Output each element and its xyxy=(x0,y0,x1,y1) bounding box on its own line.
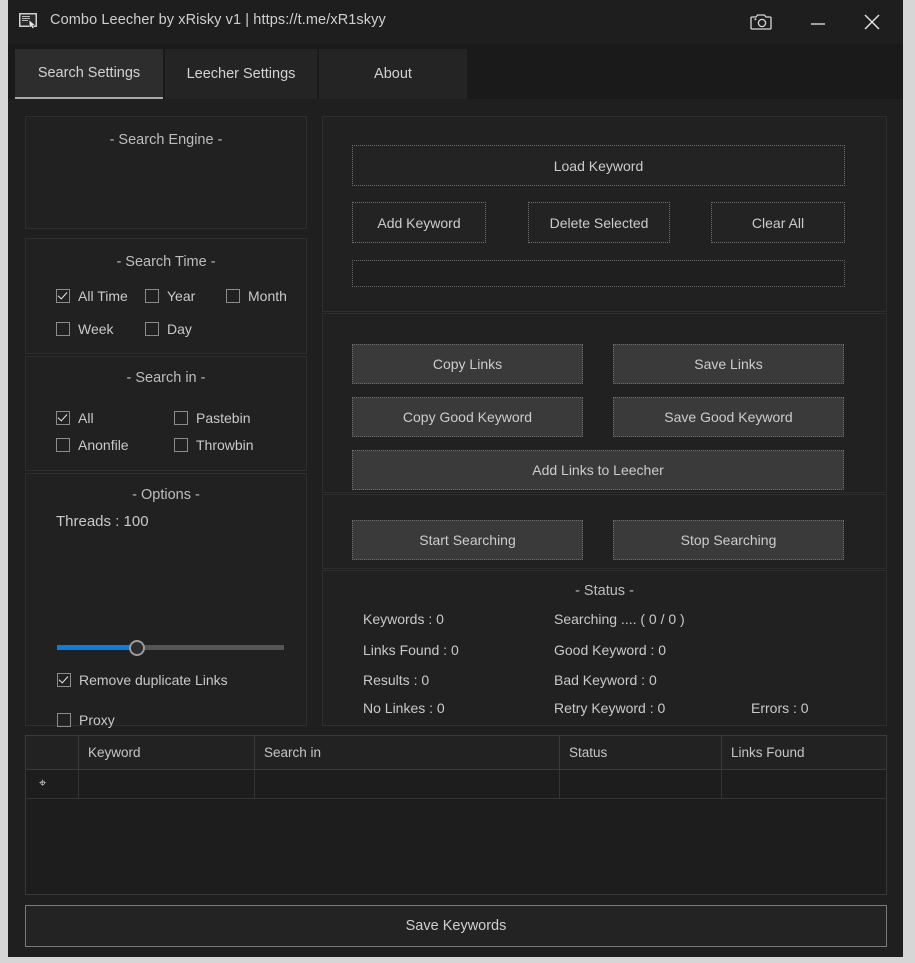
status-retry-keyword: Retry Keyword : 0 xyxy=(554,700,665,716)
checkbox-box xyxy=(56,411,70,425)
status-errors: Errors : 0 xyxy=(751,700,809,716)
checkbox-box xyxy=(145,322,159,336)
tab-label: Leecher Settings xyxy=(187,66,296,82)
group-search-time-title: - Search Time - xyxy=(26,254,306,270)
table-header-status[interactable]: Status xyxy=(560,736,722,769)
copy-good-keyword-button[interactable]: Copy Good Keyword xyxy=(352,397,583,437)
tab-about[interactable]: About xyxy=(319,49,467,99)
camera-icon[interactable] xyxy=(743,4,781,40)
row-cell-keyword[interactable] xyxy=(79,770,255,798)
load-keyword-button[interactable]: Load Keyword xyxy=(352,145,845,186)
delete-selected-button[interactable]: Delete Selected xyxy=(528,202,670,243)
checkbox-box xyxy=(145,289,159,303)
app-window-icon xyxy=(16,9,40,33)
status-bad-keyword: Bad Keyword : 0 xyxy=(554,672,657,688)
threads-label: Threads : 100 xyxy=(56,513,149,530)
group-search-engine: - Search Engine - xyxy=(25,116,307,229)
checkbox-proxy[interactable]: Proxy xyxy=(57,711,115,729)
status-searching: Searching .... ( 0 / 0 ) xyxy=(554,611,685,627)
save-good-keyword-button[interactable]: Save Good Keyword xyxy=(613,397,844,437)
tab-label: Search Settings xyxy=(38,65,140,81)
group-options-title: - Options - xyxy=(26,487,306,503)
table-header-keyword[interactable]: Keyword xyxy=(79,736,255,769)
checkbox-box xyxy=(57,713,71,727)
checkbox-throwbin[interactable]: Throwbin xyxy=(174,436,254,454)
checkbox-year[interactable]: Year xyxy=(145,287,195,305)
checkbox-box xyxy=(56,322,70,336)
checkbox-label: Day xyxy=(167,321,192,337)
checkbox-label: Remove duplicate Links xyxy=(79,672,228,688)
table-header-links-found[interactable]: Links Found xyxy=(722,736,886,769)
save-links-button[interactable]: Save Links xyxy=(613,344,844,384)
tab-search-settings[interactable]: Search Settings xyxy=(15,49,163,99)
keyword-input[interactable] xyxy=(352,260,845,287)
start-searching-button[interactable]: Start Searching xyxy=(352,520,583,560)
checkbox-month[interactable]: Month xyxy=(226,287,287,305)
table-header-search-in[interactable]: Search in xyxy=(255,736,560,769)
slider-thumb[interactable] xyxy=(129,640,145,656)
clear-all-button[interactable]: Clear All xyxy=(711,202,845,243)
group-search-engine-title: - Search Engine - xyxy=(26,132,306,148)
checkbox-box xyxy=(226,289,240,303)
checkbox-day[interactable]: Day xyxy=(145,320,192,338)
row-cell-status[interactable] xyxy=(560,770,722,798)
group-search-in-title: - Search in - xyxy=(26,370,306,386)
table-row[interactable]: ⌖ xyxy=(26,770,886,799)
table-header-row: Keyword Search in Status Links Found xyxy=(26,736,886,770)
tab-label: About xyxy=(374,66,412,82)
stop-searching-button[interactable]: Stop Searching xyxy=(613,520,844,560)
keywords-table: Keyword Search in Status Links Found ⌖ xyxy=(25,735,887,895)
status-title: - Status - xyxy=(323,583,886,599)
tab-leecher-settings[interactable]: Leecher Settings xyxy=(165,49,317,99)
checkbox-week[interactable]: Week xyxy=(56,320,114,338)
status-links-found: Links Found : 0 xyxy=(363,642,459,658)
status-results: Results : 0 xyxy=(363,672,429,688)
slider-fill xyxy=(57,645,137,650)
checkbox-pastebin[interactable]: Pastebin xyxy=(174,409,250,427)
checkbox-box xyxy=(174,411,188,425)
status-good-keyword: Good Keyword : 0 xyxy=(554,642,666,658)
checkbox-box xyxy=(57,673,71,687)
checkbox-anonfile[interactable]: Anonfile xyxy=(56,436,129,454)
checkbox-remove-duplicate-links[interactable]: Remove duplicate Links xyxy=(57,671,228,689)
tab-content-search-settings: - Search Engine - Binq Pages Results : 1… xyxy=(8,99,903,957)
checkbox-label: All Time xyxy=(78,288,128,304)
tab-strip: Search Settings Leecher Settings About xyxy=(8,44,903,99)
save-keywords-button[interactable]: Save Keywords xyxy=(25,905,887,947)
minimize-icon[interactable] xyxy=(799,4,837,40)
copy-links-button[interactable]: Copy Links xyxy=(352,344,583,384)
row-selector-cell[interactable]: ⌖ xyxy=(26,770,79,798)
checkbox-label: Week xyxy=(78,321,114,337)
checkbox-all-time[interactable]: All Time xyxy=(56,287,128,305)
add-keyword-button[interactable]: Add Keyword xyxy=(352,202,486,243)
checkbox-label: Throwbin xyxy=(196,437,254,453)
add-links-to-leecher-button[interactable]: Add Links to Leecher xyxy=(352,450,844,490)
row-selector-icon: ⌖ xyxy=(39,775,46,791)
checkbox-all[interactable]: All xyxy=(56,409,94,427)
checkbox-box xyxy=(174,438,188,452)
window-title: Combo Leecher by xRisky v1 | https://t.m… xyxy=(50,12,386,28)
table-header-selector xyxy=(26,736,79,769)
checkbox-label: Pastebin xyxy=(196,410,250,426)
checkbox-box xyxy=(56,438,70,452)
checkbox-box xyxy=(56,289,70,303)
application-window: Combo Leecher by xRisky v1 | https://t.m… xyxy=(8,0,903,957)
checkbox-label: All xyxy=(78,410,94,426)
row-cell-search-in[interactable] xyxy=(255,770,560,798)
row-cell-links-found[interactable] xyxy=(722,770,886,798)
checkbox-label: Year xyxy=(167,288,195,304)
threads-slider[interactable] xyxy=(57,639,284,657)
checkbox-label: Month xyxy=(248,288,287,304)
status-keywords: Keywords : 0 xyxy=(363,611,444,627)
status-no-linkes: No Linkes : 0 xyxy=(363,700,445,716)
close-icon[interactable] xyxy=(853,4,891,40)
checkbox-label: Proxy xyxy=(79,712,115,728)
title-bar: Combo Leecher by xRisky v1 | https://t.m… xyxy=(8,0,903,44)
checkbox-label: Anonfile xyxy=(78,437,129,453)
